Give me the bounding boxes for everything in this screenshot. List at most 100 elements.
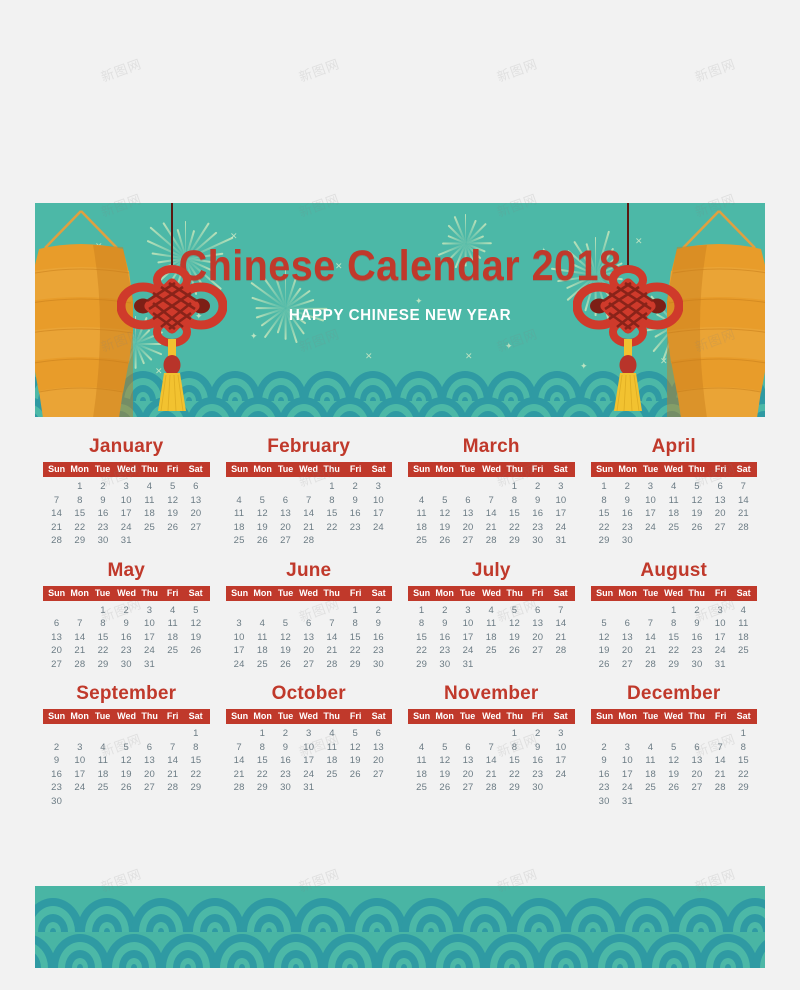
day-cell[interactable]: 7 — [732, 480, 755, 494]
day-cell[interactable]: 4 — [639, 741, 662, 755]
day-cell[interactable]: 31 — [616, 795, 639, 809]
day-cell[interactable]: 17 — [138, 631, 161, 645]
day-cell[interactable]: 4 — [480, 604, 503, 618]
day-cell[interactable]: 6 — [616, 617, 639, 631]
month-block-july[interactable]: July Sun Mon Tue Wed Thu Fri Sat 1 2 3 4 5 6 7 8 9 10 11 12… — [400, 556, 583, 672]
day-cell[interactable]: 12 — [115, 754, 138, 768]
day-cell[interactable]: 12 — [433, 507, 456, 521]
day-cell[interactable]: 25 — [161, 644, 184, 658]
day-cell[interactable]: 4 — [228, 494, 251, 508]
day-cell[interactable]: 1 — [503, 727, 526, 741]
day-cell[interactable]: 20 — [526, 631, 549, 645]
day-cell[interactable]: 15 — [320, 507, 343, 521]
day-cell[interactable]: 11 — [732, 617, 755, 631]
day-cell[interactable]: 17 — [228, 644, 251, 658]
day-cell[interactable]: 14 — [228, 754, 251, 768]
day-cell[interactable]: 16 — [274, 754, 297, 768]
day-cell[interactable]: 21 — [549, 631, 572, 645]
day-cell[interactable]: 8 — [251, 741, 274, 755]
day-cell[interactable]: 2 — [526, 727, 549, 741]
day-cell[interactable]: 6 — [45, 617, 68, 631]
day-cell[interactable]: 21 — [639, 644, 662, 658]
day-cell[interactable]: 20 — [616, 644, 639, 658]
day-cell[interactable]: 7 — [297, 494, 320, 508]
day-cell[interactable]: 20 — [274, 521, 297, 535]
day-cell[interactable]: 8 — [410, 617, 433, 631]
day-cell[interactable]: 9 — [526, 741, 549, 755]
day-cell[interactable]: 26 — [344, 768, 367, 782]
day-cell[interactable]: 14 — [480, 507, 503, 521]
day-cell[interactable]: 22 — [68, 521, 91, 535]
day-cell[interactable]: 22 — [320, 521, 343, 535]
day-cell[interactable]: 20 — [297, 644, 320, 658]
day-cell[interactable]: 7 — [161, 741, 184, 755]
day-cell[interactable]: 6 — [367, 727, 390, 741]
day-cell[interactable]: 20 — [184, 507, 207, 521]
day-cell[interactable]: 1 — [251, 727, 274, 741]
day-cell[interactable]: 21 — [228, 768, 251, 782]
day-cell[interactable]: 30 — [45, 795, 68, 809]
day-cell[interactable]: 24 — [639, 521, 662, 535]
day-cell[interactable]: 19 — [433, 768, 456, 782]
day-cell[interactable]: 2 — [115, 604, 138, 618]
day-cell[interactable]: 9 — [367, 617, 390, 631]
day-cell[interactable]: 28 — [320, 658, 343, 672]
day-cell[interactable]: 29 — [344, 658, 367, 672]
day-cell[interactable]: 17 — [639, 507, 662, 521]
day-cell[interactable]: 11 — [91, 754, 114, 768]
day-cell[interactable]: 25 — [639, 781, 662, 795]
day-cell[interactable]: 22 — [662, 644, 685, 658]
day-cell[interactable]: 31 — [456, 658, 479, 672]
day-cell[interactable]: 21 — [68, 644, 91, 658]
day-cell[interactable]: 14 — [732, 494, 755, 508]
day-cell[interactable]: 9 — [115, 617, 138, 631]
day-cell[interactable]: 8 — [91, 617, 114, 631]
day-cell[interactable]: 27 — [709, 521, 732, 535]
day-cell[interactable]: 25 — [410, 781, 433, 795]
day-cell[interactable]: 12 — [161, 494, 184, 508]
day-cell[interactable]: 22 — [503, 768, 526, 782]
day-cell[interactable]: 24 — [228, 658, 251, 672]
month-block-september[interactable]: September Sun Mon Tue Wed Thu Fri Sat 1 2 3 4 5 6 7 8 9 1… — [35, 679, 218, 808]
day-cell[interactable]: 26 — [593, 658, 616, 672]
day-cell[interactable]: 5 — [115, 741, 138, 755]
day-cell[interactable]: 29 — [503, 534, 526, 548]
day-cell[interactable]: 11 — [410, 754, 433, 768]
day-cell[interactable]: 10 — [115, 494, 138, 508]
day-cell[interactable]: 21 — [480, 521, 503, 535]
day-cell[interactable]: 22 — [593, 521, 616, 535]
day-cell[interactable]: 16 — [91, 507, 114, 521]
day-cell[interactable]: 3 — [709, 604, 732, 618]
day-cell[interactable]: 25 — [320, 768, 343, 782]
day-cell[interactable]: 9 — [344, 494, 367, 508]
day-cell[interactable]: 9 — [593, 754, 616, 768]
day-cell[interactable]: 15 — [68, 507, 91, 521]
day-cell[interactable]: 21 — [45, 521, 68, 535]
day-cell[interactable]: 13 — [685, 754, 708, 768]
day-cell[interactable]: 24 — [68, 781, 91, 795]
day-cell[interactable]: 31 — [297, 781, 320, 795]
day-cell[interactable]: 19 — [115, 768, 138, 782]
day-cell[interactable]: 14 — [709, 754, 732, 768]
day-cell[interactable]: 23 — [115, 644, 138, 658]
day-cell[interactable]: 22 — [251, 768, 274, 782]
day-cell[interactable]: 2 — [344, 480, 367, 494]
day-cell[interactable]: 30 — [526, 534, 549, 548]
day-cell[interactable]: 26 — [184, 644, 207, 658]
day-cell[interactable]: 29 — [662, 658, 685, 672]
day-cell[interactable]: 14 — [639, 631, 662, 645]
day-cell[interactable]: 22 — [344, 644, 367, 658]
day-cell[interactable]: 16 — [685, 631, 708, 645]
day-cell[interactable]: 2 — [367, 604, 390, 618]
day-cell[interactable]: 13 — [709, 494, 732, 508]
day-cell[interactable]: 20 — [45, 644, 68, 658]
day-cell[interactable]: 16 — [526, 754, 549, 768]
day-cell[interactable]: 15 — [91, 631, 114, 645]
day-cell[interactable]: 28 — [297, 534, 320, 548]
day-cell[interactable]: 27 — [45, 658, 68, 672]
day-cell[interactable]: 1 — [593, 480, 616, 494]
day-cell[interactable]: 11 — [480, 617, 503, 631]
day-cell[interactable]: 18 — [639, 768, 662, 782]
day-cell[interactable]: 27 — [184, 521, 207, 535]
day-cell[interactable]: 1 — [662, 604, 685, 618]
